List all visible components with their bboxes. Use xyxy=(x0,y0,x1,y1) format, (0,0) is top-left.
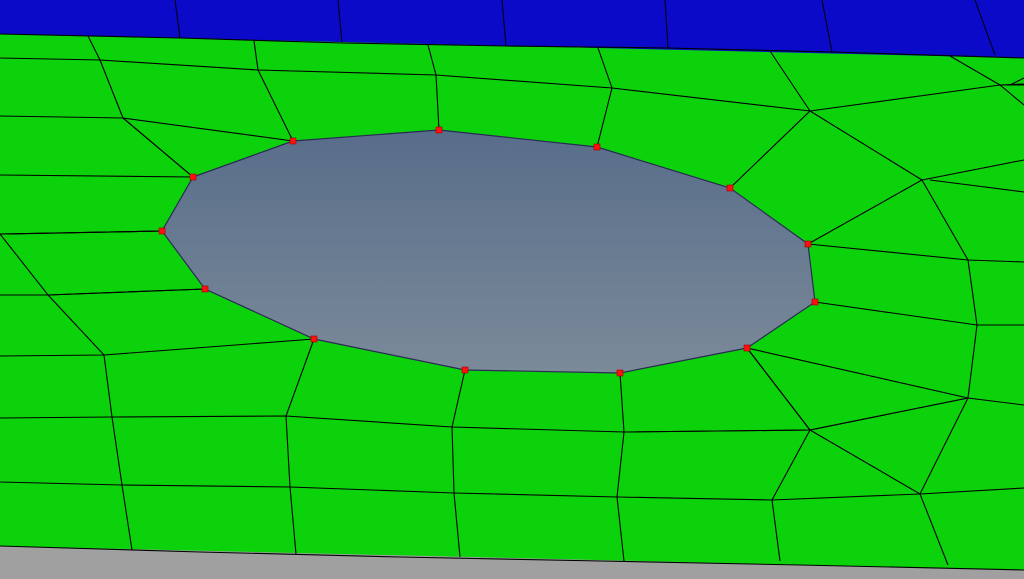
node-marker[interactable] xyxy=(310,335,318,343)
node-marker[interactable] xyxy=(616,369,624,377)
node-marker[interactable] xyxy=(158,227,166,235)
node-marker[interactable] xyxy=(435,126,443,134)
node-marker[interactable] xyxy=(593,143,601,151)
node-marker[interactable] xyxy=(461,366,469,374)
node-marker[interactable] xyxy=(743,344,751,352)
node-marker[interactable] xyxy=(289,137,297,145)
node-marker[interactable] xyxy=(201,285,209,293)
node-marker[interactable] xyxy=(811,298,819,306)
node-marker[interactable] xyxy=(189,173,197,181)
node-marker[interactable] xyxy=(804,240,812,248)
node-marker[interactable] xyxy=(726,184,734,192)
fe-mesh-viewport[interactable] xyxy=(0,0,1024,579)
mesh-canvas[interactable] xyxy=(0,0,1024,579)
